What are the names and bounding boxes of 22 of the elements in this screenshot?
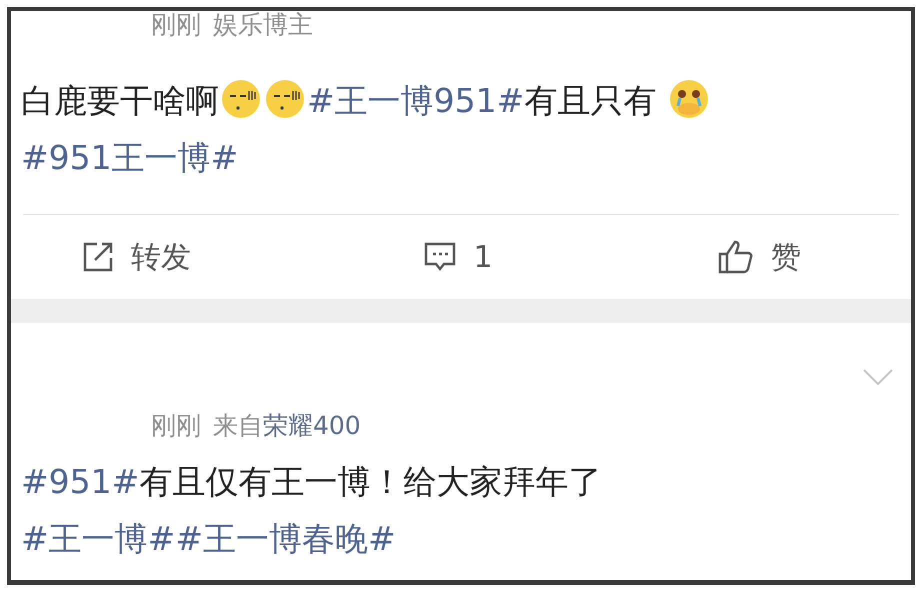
hashtag-link[interactable]: #王一博951# [307, 81, 524, 120]
crying-face-icon [668, 79, 709, 119]
chevron-down-icon[interactable] [863, 369, 893, 385]
hashtag-link[interactable]: #王一博春晚# [175, 519, 396, 558]
hashtag-link[interactable]: #王一博# [21, 519, 176, 558]
post-text: #951#有且仅有王一博！给大家拜年了 #王一博##王一博春晚# [21, 461, 602, 560]
share-icon [81, 240, 115, 274]
repost-button[interactable]: 转发 [81, 236, 191, 278]
source-prefix: 来自 [213, 411, 263, 440]
expressionless-face-icon [221, 79, 261, 119]
post-time: 刚刚 [151, 411, 201, 441]
hashtag-link[interactable]: #951王一博# [21, 138, 238, 177]
like-button[interactable]: 赞 [717, 236, 801, 278]
hashtag-link[interactable]: #951# [21, 462, 140, 501]
post-time: 刚刚 [151, 11, 201, 40]
expressionless-face-icon [265, 79, 305, 119]
post-text: 白鹿要干啥啊 #王一博951#有且只有 #951王一博# [21, 72, 901, 186]
comment-icon [423, 241, 458, 273]
post-source: 娱乐博主 [213, 11, 313, 39]
thumbs-up-icon [717, 239, 755, 275]
comment-button[interactable]: 1 [423, 240, 493, 274]
post-source[interactable]: 荣耀400 [263, 411, 361, 440]
